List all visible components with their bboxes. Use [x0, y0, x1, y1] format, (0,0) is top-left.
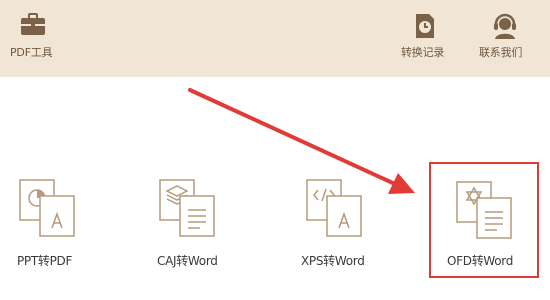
annotation-arrow: [188, 88, 415, 194]
